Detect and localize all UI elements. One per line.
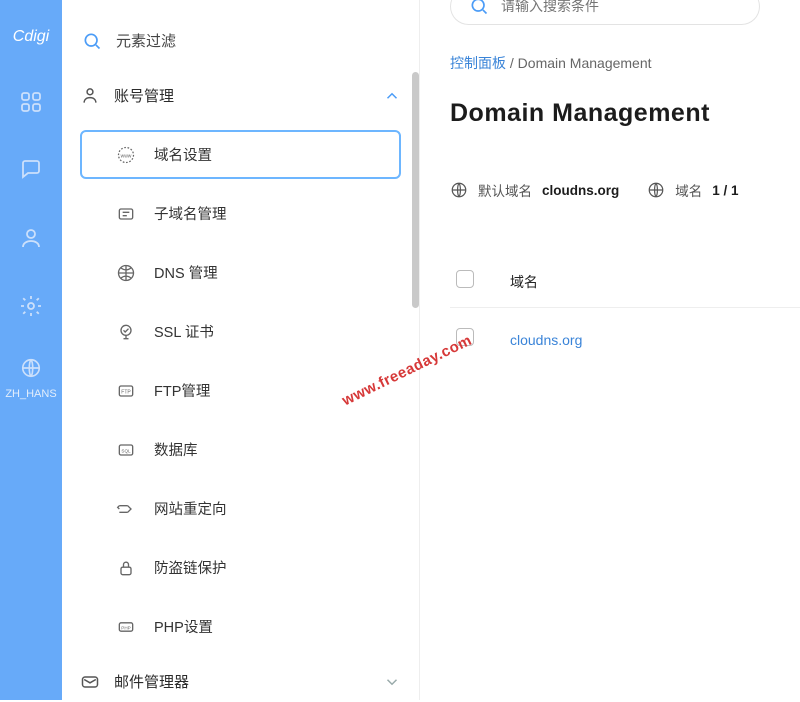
subitem-label: 域名设置	[154, 144, 212, 165]
subitem-redirect[interactable]: 网站重定向	[80, 484, 401, 533]
subitem-hotlink[interactable]: 防盗链保护	[80, 543, 401, 592]
subitem-subdomain[interactable]: 子域名管理	[80, 189, 401, 238]
subitem-ssl[interactable]: SSL 证书	[80, 307, 401, 356]
sidebar-scrollbar[interactable]	[409, 0, 419, 700]
breadcrumb: 控制面板 / Domain Management	[420, 35, 800, 73]
stat-domain-count: 域名 1 / 1	[647, 180, 738, 200]
svg-text:SQL: SQL	[121, 448, 131, 453]
col-domain: 域名	[510, 272, 538, 292]
scrollbar-thumb[interactable]	[412, 72, 419, 308]
subitem-label: 数据库	[154, 439, 198, 460]
row-checkbox[interactable]	[456, 328, 474, 346]
section-account-title: 账号管理	[114, 85, 174, 106]
select-all-checkbox[interactable]	[456, 270, 474, 288]
subitem-label: 网站重定向	[154, 498, 227, 519]
language-label[interactable]: ZH_HANS	[5, 388, 56, 400]
row-domain[interactable]: cloudns.org	[510, 332, 582, 348]
section-account-items: www 域名设置 子域名管理 DNS 管理 SSL 证书 FTP	[62, 116, 419, 651]
globe-icon	[450, 181, 468, 199]
database-icon: SQL	[116, 440, 136, 460]
dashboard-icon[interactable]	[19, 90, 43, 114]
top-search[interactable]	[450, 0, 760, 25]
breadcrumb-current: Domain Management	[518, 55, 652, 71]
subdomain-icon	[116, 204, 136, 224]
ssl-badge-icon	[116, 322, 136, 342]
nav-rail: Cdigi ZH_HANS	[0, 0, 62, 700]
ftp-icon: FTP	[116, 381, 136, 401]
stat-value: cloudns.org	[542, 183, 619, 198]
table-row[interactable]: cloudns.org	[450, 308, 800, 371]
table-header: 域名	[450, 270, 800, 308]
subitem-php[interactable]: PHP PHP设置	[80, 602, 401, 651]
sidebar: 元素过滤 账号管理 www 域名设置 子域名管理	[62, 0, 420, 700]
dns-icon	[116, 263, 136, 283]
php-icon: PHP	[116, 617, 136, 637]
mail-icon	[80, 672, 100, 692]
sidebar-filter-label: 元素过滤	[116, 30, 176, 51]
subitem-label: PHP设置	[154, 616, 213, 637]
subitem-ftp[interactable]: FTP FTP管理	[80, 366, 401, 415]
page-title: Domain Management	[420, 73, 800, 128]
stat-default-domain: 默认域名 cloudns.org	[450, 180, 619, 200]
svg-text:www: www	[121, 153, 132, 159]
stat-label: 默认域名	[478, 180, 532, 200]
main-content: 控制面板 / Domain Management Domain Manageme…	[420, 0, 800, 700]
subitem-label: FTP管理	[154, 380, 210, 401]
search-input[interactable]	[501, 0, 741, 14]
chevron-up-icon	[383, 87, 401, 105]
gear-icon[interactable]	[19, 294, 43, 318]
sidebar-filter[interactable]: 元素过滤	[62, 30, 419, 75]
svg-text:PHP: PHP	[121, 625, 130, 630]
domain-table: 域名 cloudns.org	[450, 270, 800, 371]
chevron-down-icon	[383, 673, 401, 691]
search-icon	[469, 0, 489, 16]
section-mail[interactable]: 邮件管理器	[62, 661, 419, 702]
redirect-icon	[116, 499, 136, 519]
globe-icon[interactable]	[19, 356, 43, 380]
stat-value: 1 / 1	[712, 183, 738, 198]
lock-icon	[116, 558, 136, 578]
logo: Cdigi	[13, 28, 49, 46]
section-mail-title: 邮件管理器	[114, 671, 189, 692]
stat-label: 域名	[675, 180, 702, 200]
breadcrumb-root[interactable]: 控制面板	[450, 55, 506, 71]
search-icon	[82, 31, 102, 51]
globe-icon	[647, 181, 665, 199]
chat-icon[interactable]	[19, 158, 43, 182]
stats-row: 默认域名 cloudns.org 域名 1 / 1	[420, 128, 800, 200]
subitem-label: 防盗链保护	[154, 557, 227, 578]
breadcrumb-sep: /	[506, 55, 518, 71]
subitem-label: SSL 证书	[154, 321, 214, 342]
subitem-database[interactable]: SQL 数据库	[80, 425, 401, 474]
user-icon[interactable]	[19, 226, 43, 250]
section-account[interactable]: 账号管理	[62, 75, 419, 116]
subitem-label: 子域名管理	[154, 203, 227, 224]
person-icon	[80, 86, 100, 106]
subitem-domain-settings[interactable]: www 域名设置	[80, 130, 401, 179]
subitem-dns[interactable]: DNS 管理	[80, 248, 401, 297]
www-icon: www	[116, 145, 136, 165]
svg-text:FTP: FTP	[121, 389, 131, 395]
subitem-label: DNS 管理	[154, 262, 218, 283]
